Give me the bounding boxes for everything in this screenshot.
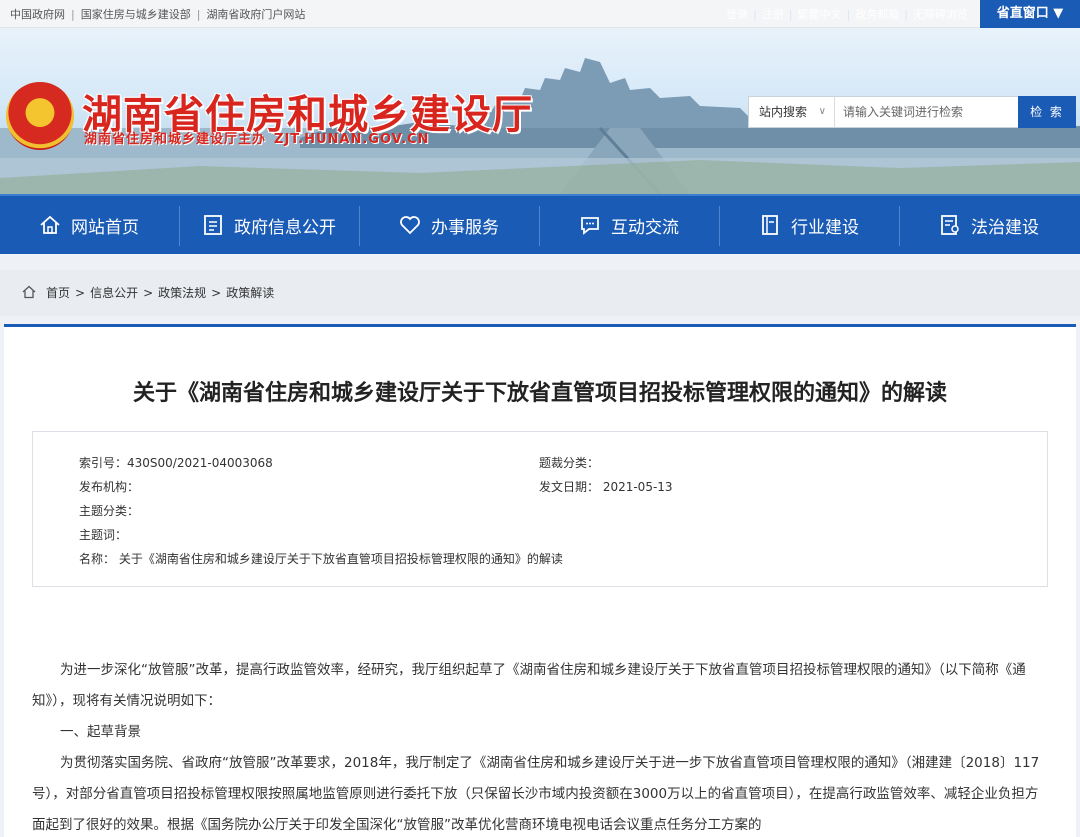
main-nav: 网站首页 政府信息公开 办事服务 互动交流 行业建设 法治建设 (0, 194, 1080, 254)
meta-topic: 主题分类： (79, 504, 140, 518)
heart-icon (400, 216, 420, 235)
home-icon (40, 215, 60, 234)
article-body: 为进一步深化“放管服”改革，提高行政监管效率，经研究，我厅组织起草了《湖南省住房… (32, 655, 1048, 837)
meta-index-no: 索引号：430S00/2021-04003068 (79, 456, 273, 470)
breadcrumb-info[interactable]: 信息公开 (90, 286, 138, 300)
user-links: 登录 | 注册 | 繁體中文 | 政务邮箱 | 无障碍浏览 (726, 8, 968, 21)
nav-label: 办事服务 (431, 217, 499, 238)
search-scope-label: 站内搜索 (759, 105, 808, 119)
nav-label: 法治建设 (971, 217, 1039, 238)
breadcrumb-current[interactable]: 政策解读 (226, 286, 274, 300)
breadcrumb-home[interactable]: 首页 (46, 286, 70, 300)
document-icon (204, 215, 222, 235)
paragraph: 为贯彻落实国务院、省政府“放管服”改革要求，2018年，我厅制定了《湖南省住房和… (32, 755, 1040, 833)
nav-label: 互动交流 (611, 217, 679, 238)
nav-item-interaction[interactable]: 互动交流 (540, 196, 718, 254)
nav-item-services[interactable]: 办事服务 (360, 196, 538, 254)
top-bar: 中国政府网 | 国家住房与城乡建设部 | 湖南省政府门户网站 登录 | 注册 | 繁體中文 | 政务… (0, 0, 1080, 28)
accessibility-link[interactable]: 无障碍浏览 (913, 8, 968, 21)
dropdown-arrow-icon: ▼ (1053, 6, 1064, 21)
search-input[interactable] (839, 97, 1019, 127)
search-scope-select[interactable]: 站内搜索 ∨ (749, 97, 835, 127)
nav-item-rule-of-law[interactable]: 法治建设 (900, 196, 1078, 254)
nav-item-gov-info[interactable]: 政府信息公开 (180, 196, 358, 254)
link-mohurd[interactable]: 国家住房与城乡建设部 (81, 8, 191, 21)
link-gov-cn[interactable]: 中国政府网 (10, 8, 65, 21)
nav-label: 政府信息公开 (234, 217, 336, 238)
national-emblem-icon (6, 82, 74, 150)
book-icon (762, 215, 778, 235)
provincial-window-label: 省直窗口 (996, 6, 1049, 21)
login-link[interactable]: 登录 (726, 8, 748, 21)
home-icon (22, 285, 36, 299)
traditional-chinese-link[interactable]: 繁體中文 (798, 8, 842, 21)
nav-label: 网站首页 (71, 217, 139, 238)
nav-label: 行业建设 (791, 217, 859, 238)
breadcrumb-separator: > (211, 286, 222, 300)
breadcrumb-separator: > (143, 286, 154, 300)
paragraph: 为进一步深化“放管服”改革，提高行政监管效率，经研究，我厅组织起草了《湖南省住房… (32, 662, 1026, 709)
register-link[interactable]: 注册 (762, 8, 784, 21)
sponsor-text: 湖南省住房和城乡建设厅主办 (84, 132, 267, 147)
article-panel: 关于《湖南省住房和城乡建设厅关于下放省直管项目招投标管理权限的通知》的解读 索引… (4, 324, 1076, 837)
meta-category: 题裁分类： (539, 456, 600, 470)
search-button[interactable]: 检 索 (1018, 96, 1076, 128)
chat-icon (581, 217, 599, 235)
chevron-down-icon: ∨ (818, 106, 826, 117)
meta-keywords: 主题词： (79, 528, 128, 542)
section-heading: 一、起草背景 (60, 724, 141, 740)
header-banner: 湖南省住房和城乡建设厅 湖南省住房和城乡建设厅主办 ZJT.HUNAN.GOV.C… (0, 28, 1080, 194)
external-links: 中国政府网 | 国家住房与城乡建设部 | 湖南省政府门户网站 (10, 8, 306, 21)
article-meta: 索引号：430S00/2021-04003068 题裁分类： 发布机构： 发文日… (32, 431, 1048, 587)
nav-item-home[interactable]: 网站首页 (0, 196, 178, 254)
gov-mail-link[interactable]: 政务邮箱 (855, 8, 899, 21)
meta-publisher: 发布机构： (79, 480, 140, 494)
law-icon (941, 215, 959, 235)
meta-date: 发文日期： 2021-05-13 (539, 480, 673, 494)
site-search: 站内搜索 ∨ 检 索 (748, 96, 1076, 128)
breadcrumb: 首页 > 信息公开 > 政策法规 > 政策解读 (0, 270, 1080, 316)
breadcrumb-policy[interactable]: 政策法规 (158, 286, 206, 300)
nav-item-industry[interactable]: 行业建设 (720, 196, 898, 254)
site-url: ZJT.HUNAN.GOV.CN (274, 132, 430, 147)
breadcrumb-separator: > (75, 286, 86, 300)
site-subtitle: 湖南省住房和城乡建设厅主办 ZJT.HUNAN.GOV.CN (84, 128, 429, 147)
link-hunan-gov[interactable]: 湖南省政府门户网站 (206, 8, 305, 21)
article-title: 关于《湖南省住房和城乡建设厅关于下放省直管项目招投标管理权限的通知》的解读 (132, 381, 947, 406)
provincial-window-dropdown[interactable]: 省直窗口 ▼ (980, 0, 1080, 28)
meta-name: 名称： 关于《湖南省住房和城乡建设厅关于下放省直管项目招投标管理权限的通知》的解… (79, 552, 563, 566)
